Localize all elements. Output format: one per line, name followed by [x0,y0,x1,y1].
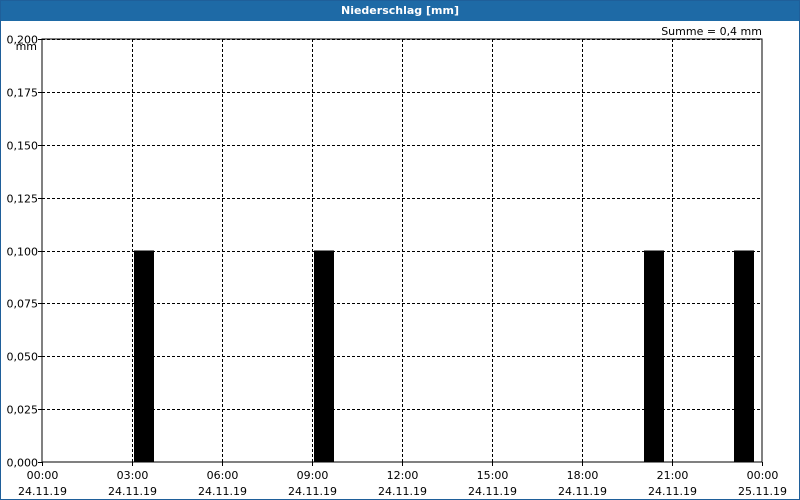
x-tick-date: 24.11.19 [378,485,427,498]
y-tick-label: 0,125 [7,193,39,206]
x-tick-date: 24.11.19 [198,485,247,498]
x-tick-date: 24.11.19 [18,485,67,498]
precipitation-bar [644,250,664,462]
precipitation-chart: 0,000 0,025 0,050 0,075 0,100 0,125 0,150 0,175… [7,25,787,498]
x-tick-time: 00:00 [747,469,779,482]
x-tick-time: 06:00 [207,469,239,482]
precipitation-sum: Summe = 0,4 mm [661,25,762,38]
y-tick-label: 0,025 [7,404,39,417]
y-tick-label: 0,075 [7,298,39,311]
y-tick-label: 0,050 [7,351,39,364]
x-tick-time: 15:00 [477,469,509,482]
x-tick-date: 24.11.19 [288,485,337,498]
x-tick-time: 21:00 [657,469,689,482]
x-tick-date: 25.11.19 [738,485,787,498]
x-tick-date: 24.11.19 [648,485,697,498]
y-tick-label: 0,175 [7,87,39,100]
x-tick-date: 24.11.19 [558,485,607,498]
x-tick-time: 03:00 [117,469,149,482]
y-axis-unit: mm [16,40,37,53]
x-tick-time: 00:00 [27,469,59,482]
y-tick-label: 0,100 [7,246,39,259]
precipitation-bar [314,250,334,462]
y-tick-label: 0,000 [7,457,39,470]
y-tick-label: 0,150 [7,140,39,153]
x-tick-time: 18:00 [567,469,599,482]
precipitation-bar [734,250,754,462]
x-tick-time: 09:00 [297,469,329,482]
x-tick-time: 12:00 [387,469,419,482]
x-tick-date: 24.11.19 [468,485,517,498]
precipitation-bar [134,250,154,462]
x-tick-date: 24.11.19 [108,485,157,498]
